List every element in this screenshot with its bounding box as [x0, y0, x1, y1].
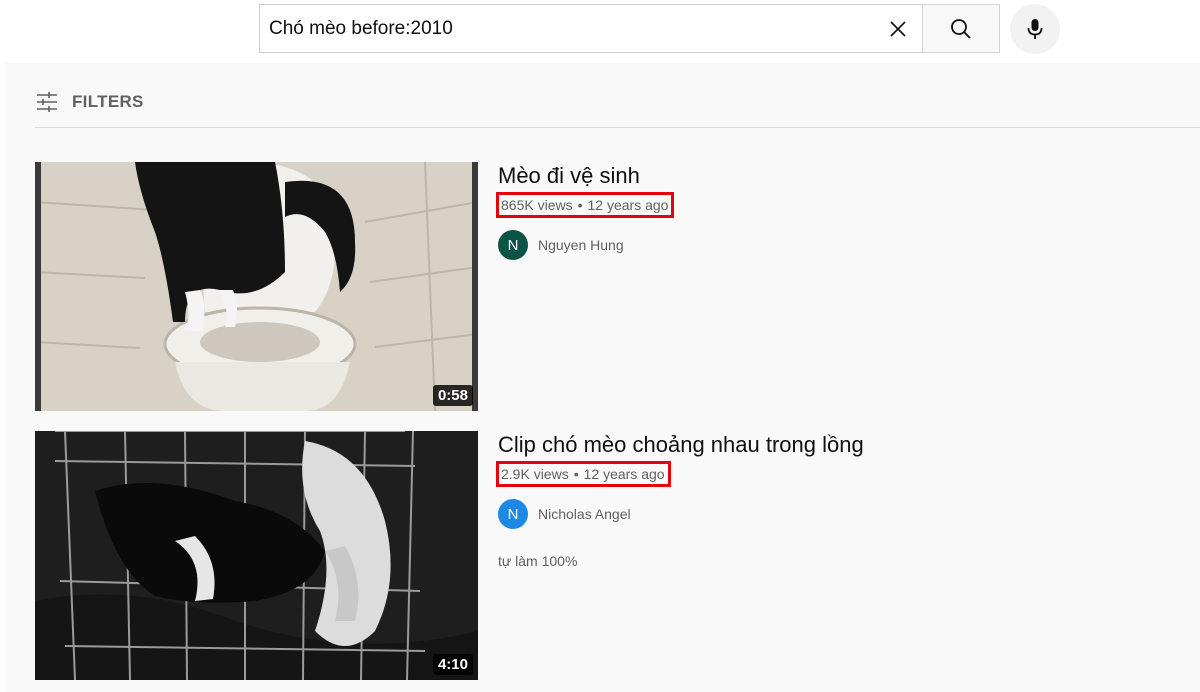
video-metadata-highlight: 2.9K views • 12 years ago: [496, 461, 671, 487]
channel-avatar[interactable]: N: [498, 230, 528, 260]
search-button[interactable]: [922, 4, 1000, 53]
divider: [35, 127, 1200, 128]
search-input[interactable]: [260, 5, 873, 52]
video-duration: 4:10: [432, 654, 473, 675]
search-box: [259, 4, 923, 53]
search-results: FILTERS 0:58 Mèo đi vệ sinh 865K views •…: [5, 63, 1200, 692]
video-description: tự làm 100%: [498, 553, 578, 569]
channel-name[interactable]: Nicholas Angel: [538, 506, 631, 522]
channel-link[interactable]: N Nicholas Angel: [498, 499, 864, 529]
upload-age: 12 years ago: [583, 466, 665, 482]
meta-separator: •: [573, 466, 579, 482]
channel-avatar[interactable]: N: [498, 499, 528, 529]
view-count: 865K views: [501, 197, 573, 213]
view-count: 2.9K views: [501, 466, 569, 482]
video-duration: 0:58: [432, 385, 473, 406]
channel-link[interactable]: N Nguyen Hung: [498, 230, 672, 260]
video-result: 4:10 Clip chó mèo choảng nhau trong lồng…: [35, 431, 1195, 681]
tune-icon: [37, 92, 57, 112]
clear-search-button[interactable]: [873, 5, 923, 52]
close-icon: [890, 20, 906, 37]
video-info: Clip chó mèo choảng nhau trong lồng 2.9K…: [496, 431, 864, 569]
channel-name[interactable]: Nguyen Hung: [538, 237, 624, 253]
video-thumbnail[interactable]: 4:10: [35, 431, 478, 680]
thumbnail-image: [35, 162, 478, 411]
video-info: Mèo đi vệ sinh 865K views • 12 years ago N…: [495, 162, 675, 260]
filters-label: FILTERS: [72, 92, 144, 111]
video-result: 0:58 Mèo đi vệ sinh 865K views • 12 years …: [35, 162, 1195, 412]
filters-button[interactable]: FILTERS: [35, 91, 144, 113]
video-thumbnail[interactable]: 0:58: [35, 162, 478, 411]
video-title[interactable]: Mèo đi vệ sinh: [498, 162, 672, 190]
search-icon: [951, 18, 971, 39]
voice-search-button[interactable]: [1010, 4, 1060, 54]
video-metadata-highlight: 865K views • 12 years ago: [495, 192, 675, 218]
upload-age: 12 years ago: [587, 197, 669, 213]
video-title[interactable]: Clip chó mèo choảng nhau trong lồng: [498, 431, 864, 459]
microphone-icon: [1027, 19, 1043, 39]
thumbnail-image: [35, 431, 478, 680]
meta-separator: •: [577, 197, 583, 213]
